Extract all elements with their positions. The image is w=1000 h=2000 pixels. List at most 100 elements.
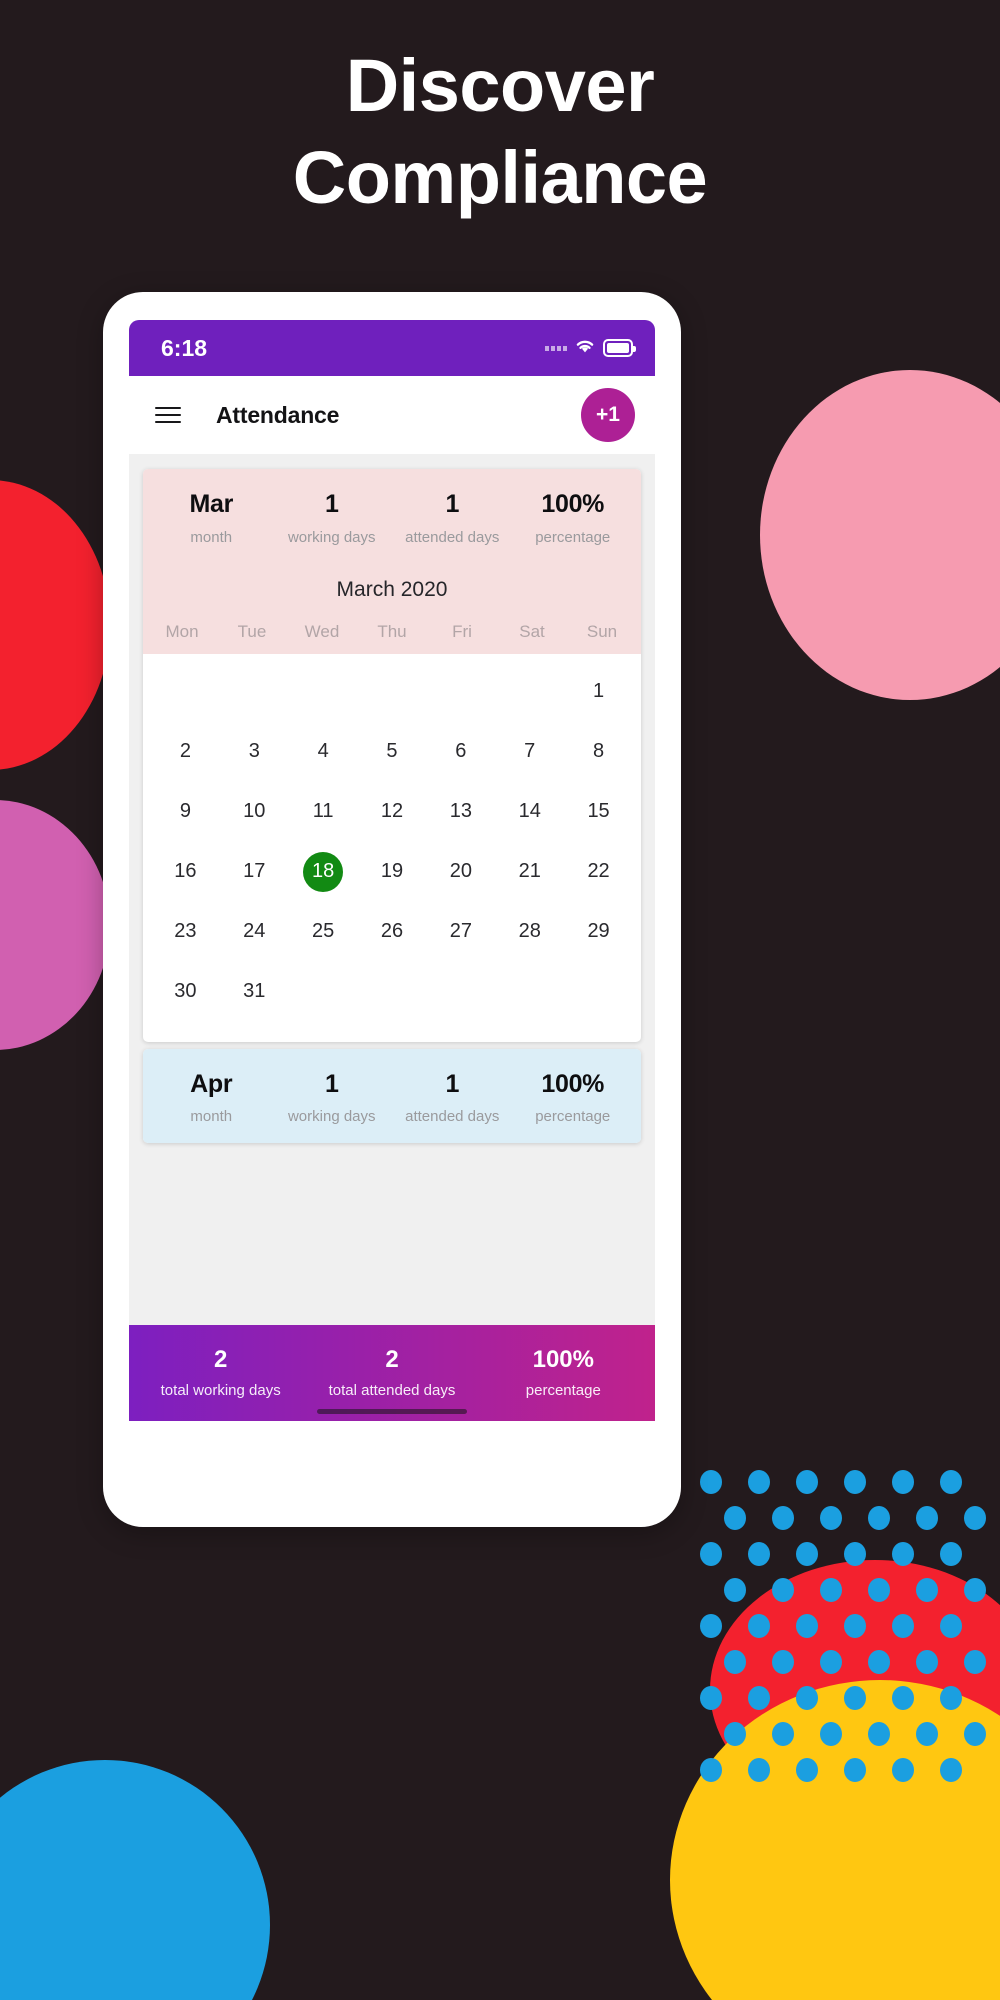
stat-working-days: 1 working days [272, 490, 393, 545]
add-attendance-button[interactable]: +1 [581, 388, 635, 442]
calendar-weekday-sun: Sun [586, 621, 618, 641]
decorative-dot [844, 1758, 866, 1782]
calendar-day-10[interactable]: 10 [220, 782, 289, 842]
calendar-day-6[interactable]: 6 [426, 722, 495, 782]
calendar-day-25[interactable]: 25 [289, 902, 358, 962]
headline-line-2: Compliance [292, 135, 708, 219]
calendar-weekday-mon: Mon [165, 621, 199, 641]
calendar-day-31[interactable]: 31 [220, 962, 289, 1022]
calendar-day-15[interactable]: 15 [564, 782, 633, 842]
stat-label: percentage [535, 1108, 611, 1125]
decorative-dot [700, 1542, 722, 1566]
calendar-day-4[interactable]: 4 [289, 722, 358, 782]
calendar-day-12[interactable]: 12 [358, 782, 427, 842]
calendar-body: 1 2 3 4 5 6 7 8 9 10 11 12 13 14 15 16 17 18 19 20 21 22 23 24 2… [147, 653, 637, 1038]
calendar-day-number: 10 [243, 800, 266, 822]
status-bar-icons [545, 337, 636, 359]
calendar-header: March 2020 Mon Tue Wed Thu Fri Sat Sun [143, 563, 641, 654]
calendar-day-number: 3 [248, 740, 260, 762]
hamburger-menu-icon[interactable] [155, 407, 181, 423]
decorative-dot [724, 1650, 746, 1674]
decorative-dot [868, 1650, 890, 1674]
stat-label: working days [287, 1108, 376, 1125]
decorative-dot [844, 1614, 866, 1638]
calendar-day-number: 29 [587, 920, 610, 942]
decorative-blob-blue [0, 1760, 270, 2000]
calendar-day-16[interactable]: 16 [151, 842, 220, 902]
calendar-day-3[interactable]: 3 [220, 722, 289, 782]
decorative-dot [940, 1686, 962, 1710]
month-card-march[interactable]: Mar month 1 working days 1 attended days… [143, 469, 641, 1042]
stat-value: 100% [541, 1069, 605, 1098]
decorative-dot [772, 1722, 794, 1746]
calendar-day-27[interactable]: 27 [426, 902, 495, 962]
calendar-day-empty [358, 662, 427, 722]
decorative-dot [772, 1578, 794, 1602]
stat-value: 1 [324, 1069, 339, 1098]
calendar-day-9[interactable]: 9 [151, 782, 220, 842]
calendar-day-24[interactable]: 24 [220, 902, 289, 962]
calendar-day-number: 13 [449, 800, 472, 822]
decorative-dot [964, 1722, 986, 1746]
calendar-day-29[interactable]: 29 [564, 902, 633, 962]
decorative-dot [700, 1758, 722, 1782]
calendar-day-empty [289, 662, 358, 722]
decorative-dot [916, 1578, 938, 1602]
calendar-day-13[interactable]: 13 [426, 782, 495, 842]
calendar-day-2[interactable]: 2 [151, 722, 220, 782]
decorative-dot [748, 1758, 770, 1782]
calendar-day-21[interactable]: 21 [495, 842, 564, 902]
stat-percentage: 100% percentage [513, 1069, 634, 1125]
decorative-dot [796, 1758, 818, 1782]
calendar-day-19[interactable]: 19 [358, 842, 427, 902]
decorative-dot [748, 1614, 770, 1638]
decorative-dot [916, 1722, 938, 1746]
stat-value: 1 [445, 490, 460, 518]
totals-bar: 2 total working days 2 total attended da… [129, 1325, 655, 1421]
month-stats-row-april: Apr month 1 working days 1 attended days… [143, 1048, 641, 1143]
calendar-day-11[interactable]: 11 [289, 782, 358, 842]
calendar-day-22[interactable]: 22 [564, 842, 633, 902]
calendar-day-18[interactable]: 18 [289, 842, 358, 902]
calendar-day-17[interactable]: 17 [220, 842, 289, 902]
decorative-dot [964, 1506, 986, 1530]
calendar-grid: 1 2 3 4 5 6 7 8 9 10 11 12 13 14 15 16 17 18 19 20 21 22 23 24 2… [151, 662, 633, 1022]
calendar-day-8[interactable]: 8 [564, 722, 633, 782]
stat-value: Mar [189, 490, 234, 518]
calendar-day-5[interactable]: 5 [358, 722, 427, 782]
stat-value: 1 [324, 490, 339, 518]
stat-label: month [190, 528, 233, 546]
decorative-dot [820, 1722, 842, 1746]
calendar-day-14[interactable]: 14 [495, 782, 564, 842]
decorative-dot [868, 1506, 890, 1530]
calendar-title: March 2020 [336, 577, 448, 601]
decorative-dot [964, 1578, 986, 1602]
decorative-dot [724, 1578, 746, 1602]
total-label: total working days [160, 1382, 281, 1400]
decorative-dot [724, 1722, 746, 1746]
calendar-day-number: 19 [380, 860, 404, 882]
calendar-day-28[interactable]: 28 [495, 902, 564, 962]
calendar-day-30[interactable]: 30 [151, 962, 220, 1022]
app-bar-title: Attendance [216, 401, 340, 428]
calendar-day-number: 9 [179, 800, 191, 822]
phone-screen: 6:18 Attendance +1 Mar month 1 working d… [129, 320, 655, 1499]
decorative-dot [796, 1614, 818, 1638]
calendar-day-number: 28 [518, 920, 541, 942]
calendar-day-number: 5 [386, 740, 398, 762]
calendar-day-number: 16 [174, 860, 197, 882]
calendar-weekday-sat: Sat [519, 621, 545, 641]
decorative-dot [892, 1686, 914, 1710]
stat-label: attended days [405, 1108, 500, 1125]
month-card-april[interactable]: Apr month 1 working days 1 attended days… [143, 1048, 641, 1143]
calendar-day-number: 7 [524, 740, 536, 762]
home-indicator [317, 1409, 467, 1414]
calendar-day-1[interactable]: 1 [564, 662, 633, 722]
calendar-day-7[interactable]: 7 [495, 722, 564, 782]
calendar-day-20[interactable]: 20 [426, 842, 495, 902]
total-label: total attended days [328, 1382, 456, 1400]
calendar-day-26[interactable]: 26 [358, 902, 427, 962]
total-working-days: 2 total working days [141, 1346, 300, 1400]
calendar-day-number: 8 [593, 740, 605, 762]
calendar-day-23[interactable]: 23 [151, 902, 220, 962]
